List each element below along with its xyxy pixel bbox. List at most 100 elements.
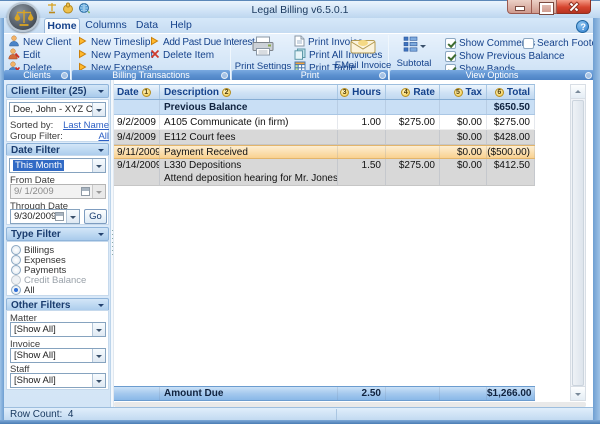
delete-item-button[interactable]: Delete Item [150,49,214,61]
vertical-scrollbar[interactable] [570,84,586,401]
new-client-button[interactable]: New Client [8,36,71,48]
grid-footer-row: Amount Due 2.50 $1,266.00 [114,386,535,401]
search-footer-checkbox[interactable]: Search Footer [523,37,600,49]
radio-all[interactable] [11,285,21,295]
sorted-by-link[interactable]: Last Name [63,120,109,131]
maximize-button[interactable] [532,0,557,14]
billing-dialog-launcher[interactable] [221,72,228,79]
checkbox-icon [445,38,456,49]
table-row[interactable]: 9/14/2009 L330 Depositions Attend deposi… [114,159,535,186]
ribbon-group-clients: New Client Edit Delete Clients [4,34,70,81]
minimize-button[interactable] [507,0,532,14]
scroll-down-icon[interactable] [571,386,585,400]
dropdown-arrow-icon[interactable] [92,374,105,387]
dropdown-arrow-icon[interactable] [92,103,105,116]
column-header-description[interactable]: Description 2 [160,85,338,99]
type-filter-header[interactable]: Type Filter [6,227,109,241]
email-invoice-button[interactable]: EMail Invoice [338,38,388,71]
scroll-up-icon[interactable] [571,85,585,99]
print-dialog-launcher[interactable] [379,72,386,79]
arrow-item-icon [78,49,88,62]
billing-grid: Date 1 Description 2 3 Hours 4 Rate 5 Ta… [114,84,535,186]
close-button[interactable] [557,0,591,14]
row-count-label: Row Count: [10,409,62,420]
subtotal-button[interactable]: Subtotal [392,36,436,69]
help-icon[interactable] [576,20,589,33]
radio-billings[interactable] [11,245,21,255]
subtotal-icon [403,36,418,56]
invoice-select[interactable]: [Show All] [10,348,106,363]
amount-due-total: $1,266.00 [487,387,535,400]
dropdown-arrow-icon[interactable] [92,159,105,172]
checkbox-icon [445,51,456,62]
show-comments-checkbox[interactable]: Show Comments [445,37,535,49]
grid-header-row: Date 1 Description 2 3 Hours 4 Rate 5 Ta… [114,84,535,100]
radio-expenses[interactable] [11,255,21,265]
envelope-icon [350,38,376,58]
tab-data[interactable]: Data [131,18,163,33]
dropdown-arrow-icon[interactable] [66,210,79,223]
tab-help[interactable]: Help [165,18,197,33]
table-row[interactable]: 9/4/2009 E112 Court fees $0.00 $428.00 [114,130,535,145]
dropdown-arrow-icon[interactable] [92,323,105,336]
new-payment-button[interactable]: New Payment [78,49,153,61]
globe-sync-icon[interactable] [78,2,90,14]
status-bar: Row Count: 4 [4,407,593,420]
subtotal-dropdown-arrow[interactable] [420,45,426,51]
delete-x-icon [150,49,160,62]
column-badge: 5 [454,88,463,97]
sorted-by-row: Sorted by: Last Name [10,120,109,131]
scrollbar-thumb[interactable] [572,100,584,386]
calendar-icon [81,187,90,196]
dropdown-arrow-icon [92,185,105,198]
date-range-select[interactable]: This Month [9,158,106,173]
view-options-dialog-launcher[interactable] [585,72,592,79]
through-date-field[interactable]: 9/30/2009 [10,209,80,224]
row-count-value: 4 [68,409,74,420]
tab-columns[interactable]: Columns [83,18,129,33]
hand-icon[interactable] [62,2,74,14]
arrow-item-icon [150,36,160,49]
total-hours: 2.50 [338,387,386,400]
print-settings-button[interactable]: Print Settings [236,36,290,72]
checkbox-icon [523,38,534,49]
window-border [593,18,600,424]
show-previous-balance-checkbox[interactable]: Show Previous Balance [445,50,565,62]
ribbon-group-billing-transactions: New Timeslip New Payment New Expense Add… [72,34,230,81]
new-timeslip-button[interactable]: New Timeslip [78,36,150,48]
app-menu-button[interactable] [7,2,39,32]
column-header-rate[interactable]: 4 Rate [386,85,440,99]
table-row-previous-balance[interactable]: Previous Balance $650.50 [114,100,535,115]
filter-sidebar: Client Filter (25) Doe, John - XYZ Corpo… [4,80,111,407]
client-select[interactable]: Doe, John - XYZ Corporation [9,102,106,117]
column-header-tax[interactable]: 5 Tax [440,85,487,99]
column-badge: 6 [495,88,504,97]
ribbon-group-view-options: Subtotal Show Comments Show Previous Bal… [390,34,594,81]
mini-scales-icon[interactable] [46,2,58,14]
tab-home[interactable]: Home [44,18,80,33]
chevron-down-icon [98,90,104,96]
description-line: L330 Depositions [164,159,337,172]
column-header-total[interactable]: 6 Total [487,85,535,99]
quick-access-toolbar [46,2,90,14]
client-filter-header[interactable]: Client Filter (25) [6,84,109,98]
amount-due-label: Amount Due [160,387,338,400]
column-header-date[interactable]: Date 1 [114,85,160,99]
table-row-payment[interactable]: 9/11/2009 Payment Received $0.00 ($500.0… [114,145,535,159]
table-row[interactable]: 9/2/2009 A105 Communicate (in firm) 1.00… [114,115,535,130]
column-badge: 4 [401,88,410,97]
dropdown-arrow-icon[interactable] [92,349,105,362]
ribbon-group-print: Print Settings Print Invoice Print All I… [232,34,388,81]
staff-select[interactable]: [Show All] [10,373,106,388]
column-header-hours[interactable]: 3 Hours [338,85,386,99]
group-filter-link[interactable]: All [98,131,109,142]
window-border [0,18,4,424]
arrow-item-icon [78,36,88,49]
edit-client-button[interactable]: Edit [8,49,40,61]
comment-line: Attend deposition hearing for Mr. Jones [164,172,337,185]
go-button[interactable]: Go [84,209,107,224]
radio-credit-balance [11,275,21,285]
matter-select[interactable]: [Show All] [10,322,106,337]
radio-payments[interactable] [11,265,21,275]
clients-dialog-launcher[interactable] [61,72,68,79]
